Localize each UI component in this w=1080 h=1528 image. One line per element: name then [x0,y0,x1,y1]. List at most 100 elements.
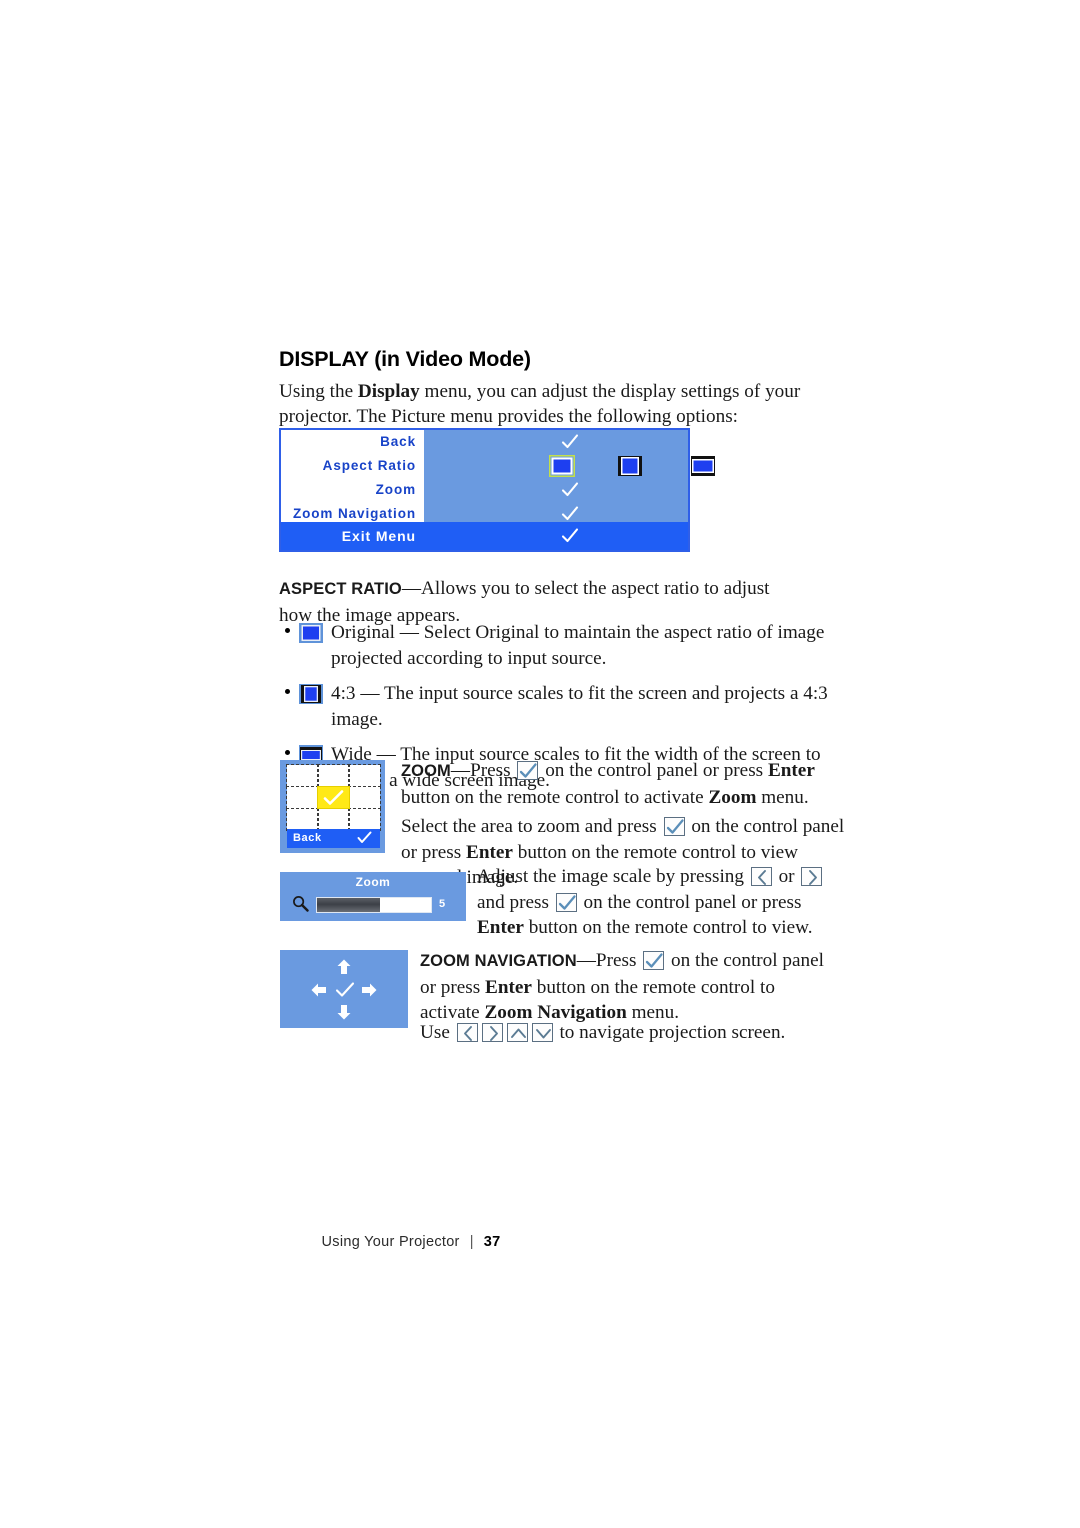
zoomnav-p1-bold: Enter [485,976,532,998]
zoom-grid-cell[interactable] [348,764,381,788]
bullet-dot [285,750,290,755]
zoom-navigation-graphic [280,950,408,1028]
zoom-p3-a: Adjust the image scale by pressing [477,866,749,887]
right-arrow-icon [362,983,377,997]
left-arrow-key [750,867,772,886]
checkmark-icon [561,506,579,521]
zoom-navigation-paragraph-2: Use to navigate projection screen. [420,1020,834,1046]
checkmark-icon [357,831,372,843]
checkmark-icon [335,982,355,997]
aspect-4-3-icon [299,684,323,704]
osd-label-exit-menu: Exit Menu [341,528,416,544]
zoomnav-p1-a: —Press [576,950,642,971]
up-arrow-icon [337,959,351,974]
bullet-dot [285,628,290,633]
zoom-grid [286,764,381,831]
zoom-navigation-paragraph-1: ZOOM NAVIGATION—Press on the control pan… [420,948,834,1026]
zoom-p3-bold: Enter [477,917,524,938]
footer-separator: | [469,1234,474,1250]
enter-check-key [555,892,577,912]
aspect-ratio-term: ASPECT RATIO [279,580,402,598]
down-arrow-key [531,1023,553,1042]
osd-row-back[interactable]: Back [281,430,688,454]
zoom-p3-b: and press [477,891,554,913]
down-arrow-icon [337,1005,351,1020]
magnifier-icon [293,896,309,912]
list-item: 4:3 — The input source scales to fit the… [279,681,849,732]
zoomnav-p2-b: to navigate projection screen. [554,1022,786,1043]
right-arrow-key [481,1023,503,1042]
osd-value-zoom [424,478,688,502]
page-title: DISPLAY (in Video Mode) [279,347,531,371]
zoom-paragraph-1: ZOOM—Press on the control panel or press… [401,758,839,810]
aspect-original-icon[interactable] [549,455,575,477]
zoomnav-p2-a: Use [420,1022,455,1043]
zoom-p2-bold: Enter [466,841,513,863]
up-arrow-key [506,1023,528,1042]
osd-menu-rows: Back Aspect Ratio Zoom Zoom Navigation [281,430,715,526]
zoom-grid-cell[interactable] [348,786,381,809]
intro-text-before: Using the [279,381,358,402]
aspect-wide-icon[interactable] [690,455,716,477]
zoom-grid-cell[interactable] [317,807,350,831]
zoom-p1-bold: Enter [767,760,815,781]
enter-check-key [643,951,665,970]
zoom-slider-fill [317,898,380,912]
zoom-grid-back-button[interactable]: Back [287,829,380,848]
zoom-navigation-term: ZOOM NAVIGATION [420,952,577,970]
list-item-text: 4:3 — The input source scales to fit the… [331,683,828,730]
zoom-p1-a: —Press [450,760,516,781]
osd-display-menu: Back Aspect Ratio Zoom Zoom Navigation E… [279,428,715,552]
left-arrow-key [456,1023,478,1042]
zoom-paragraph-3: Adjust the image scale by pressing or an… [477,864,849,941]
list-item-text: Original — Select Original to maintain t… [331,622,825,669]
right-arrow-key [801,867,823,886]
checkmark-icon [561,434,579,449]
aspect-original-icon [299,623,323,643]
zoom-p1-c: button on the remote control to activate [401,786,709,808]
zoom-area-selection-graphic: Back [280,760,385,853]
intro-text-bold: Display [357,381,420,402]
zoom-slider-track[interactable] [316,897,432,913]
zoom-grid-cell[interactable] [348,807,381,831]
zoom-slider-title: Zoom [355,875,391,889]
osd-label-aspect-ratio: Aspect Ratio [281,454,424,478]
enter-check-key [517,761,539,780]
osd-row-exit-menu[interactable]: Exit Menu [281,522,688,550]
footer-page-number: 37 [483,1234,501,1250]
checkmark-icon [561,528,579,543]
zoom-p3-or: or [773,866,800,887]
footer-section-label: Using Your Projector [321,1234,460,1250]
osd-row-aspect-ratio[interactable]: Aspect Ratio [281,454,715,478]
osd-label-back: Back [281,430,424,454]
checkmark-icon [324,790,344,805]
zoom-grid-back-label: Back [293,832,322,844]
zoom-grid-cell[interactable] [286,786,319,809]
osd-value-aspect-ratio [424,454,715,478]
zoom-p1-b: on the control panel or press [540,760,768,781]
zoom-p2-a: Select the area to zoom and press [401,816,662,837]
osd-value-back [424,430,688,454]
list-item: Original — Select Original to maintain t… [279,620,849,671]
page-footer: Using Your Projector | 37 [0,1234,1080,1250]
zoom-grid-cell[interactable] [286,764,319,788]
zoom-p3-c: on the control panel or press [578,891,802,913]
zoom-p1-d: menu. [756,786,809,808]
zoom-grid-cell[interactable] [286,807,319,831]
osd-label-zoom: Zoom [281,478,424,502]
zoom-grid-cell-selected[interactable] [317,786,350,809]
aspect-4-3-icon[interactable] [617,455,643,477]
zoom-slider-graphic: Zoom 5 [280,872,466,921]
document-page: DISPLAY (in Video Mode) Using the Displa… [0,0,1080,1528]
zoom-slider-value: 5 [439,898,446,910]
osd-row-zoom[interactable]: Zoom [281,478,688,502]
zoom-term: ZOOM [401,762,451,780]
enter-check-key [663,817,685,836]
osd-value-exit-menu [424,522,688,550]
zoom-p1-bold2: Zoom [708,786,757,808]
checkmark-icon [561,482,579,497]
bullet-dot [285,689,290,694]
zoom-p3-d: button on the remote control to view. [523,917,813,938]
left-arrow-icon [311,983,326,997]
zoom-grid-cell[interactable] [317,764,350,788]
